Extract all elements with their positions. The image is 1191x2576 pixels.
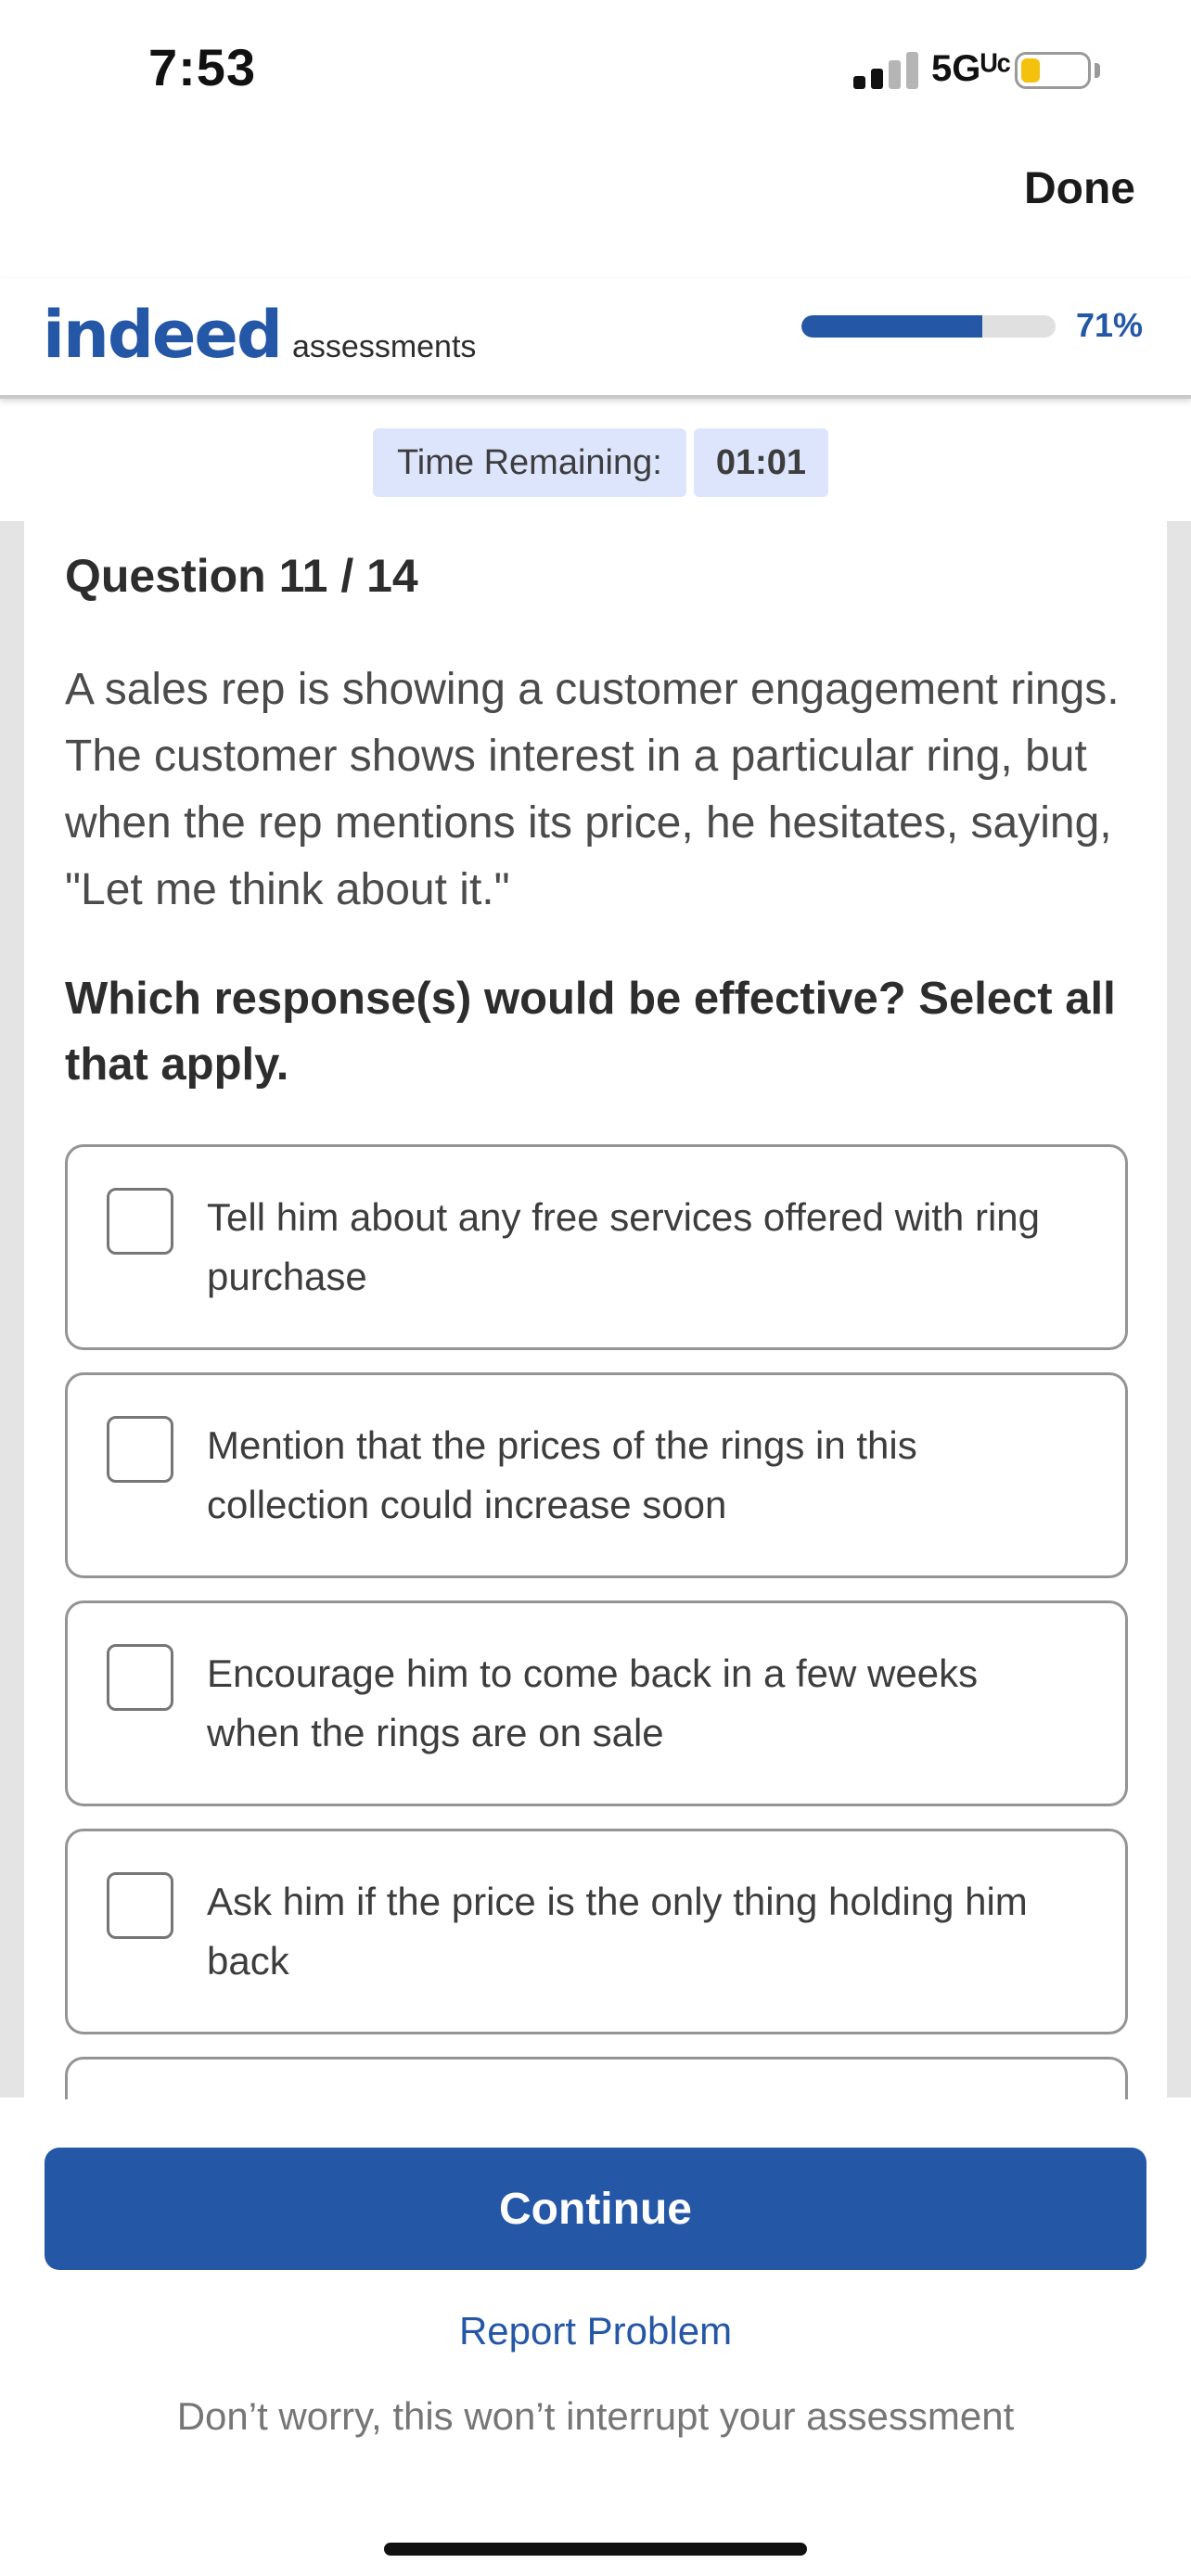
page-gutter-right <box>1167 521 1191 2098</box>
timer-value: 01:01 <box>693 428 829 497</box>
answer-option-label: Ask him if the price is the only thing h… <box>207 1880 1028 1983</box>
question-card: Question 11 / 14 A sales rep is showing … <box>24 521 1167 2099</box>
logo-subtitle: assessments <box>292 329 477 364</box>
timer-label: Time Remaining: <box>373 428 686 497</box>
status-bar: 7:53 5Gᵁᶜ <box>0 0 1191 139</box>
checkbox[interactable] <box>107 1416 173 1483</box>
answer-option-label: Tell him about any free services offered… <box>207 1195 1040 1298</box>
answer-option-partial[interactable] <box>65 2057 1128 2099</box>
battery-level <box>1021 58 1041 83</box>
checkbox[interactable] <box>107 1644 173 1711</box>
answer-options: Tell him about any free services offered… <box>65 1144 1128 2099</box>
answer-option-label: Encourage him to come back in a few week… <box>207 1651 979 1754</box>
continue-button[interactable]: Continue <box>45 2148 1146 2270</box>
checkbox[interactable] <box>107 1872 173 1939</box>
progress-fill <box>801 315 982 338</box>
done-button[interactable]: Done <box>1024 163 1135 214</box>
home-indicator[interactable] <box>384 2543 807 2556</box>
time-remaining: Time Remaining: 01:01 <box>373 428 829 497</box>
answer-option[interactable]: Tell him about any free services offered… <box>65 1144 1128 1350</box>
question-instruction: Which response(s) would be effective? Se… <box>65 974 1116 1090</box>
indeed-assessments-logo: indeed assessments <box>43 297 476 373</box>
battery-tip <box>1095 63 1100 78</box>
answer-option[interactable]: Encourage him to come back in a few week… <box>65 1600 1128 1806</box>
checkbox[interactable] <box>107 1188 173 1255</box>
question-number: Question 11 / 14 <box>65 550 418 602</box>
answer-option[interactable]: Ask him if the price is the only thing h… <box>65 1829 1128 2034</box>
progress-bar <box>801 315 1056 338</box>
question-text: A sales rep is showing a customer engage… <box>65 665 1120 914</box>
answer-option-label: Mention that the prices of the rings in … <box>207 1423 917 1526</box>
network-type: 5Gᵁᶜ <box>931 48 1011 89</box>
cellular-signal-icon <box>853 52 920 89</box>
reassurance-note: Don’t worry, this won’t interrupt your a… <box>176 2394 1015 2438</box>
report-problem-link[interactable]: Report Problem <box>0 2309 1191 2353</box>
app-header: indeed assessments 71% <box>0 278 1191 399</box>
status-time: 7:53 <box>148 38 257 96</box>
page-gutter-left <box>0 521 24 2098</box>
battery-icon <box>1015 52 1091 89</box>
bottom-bar: Continue Report Problem Don’t worry, thi… <box>0 2099 1191 2576</box>
progress-label: 71% <box>1076 306 1144 344</box>
logo-word: indeed <box>43 297 283 373</box>
answer-option[interactable]: Mention that the prices of the rings in … <box>65 1372 1128 1578</box>
